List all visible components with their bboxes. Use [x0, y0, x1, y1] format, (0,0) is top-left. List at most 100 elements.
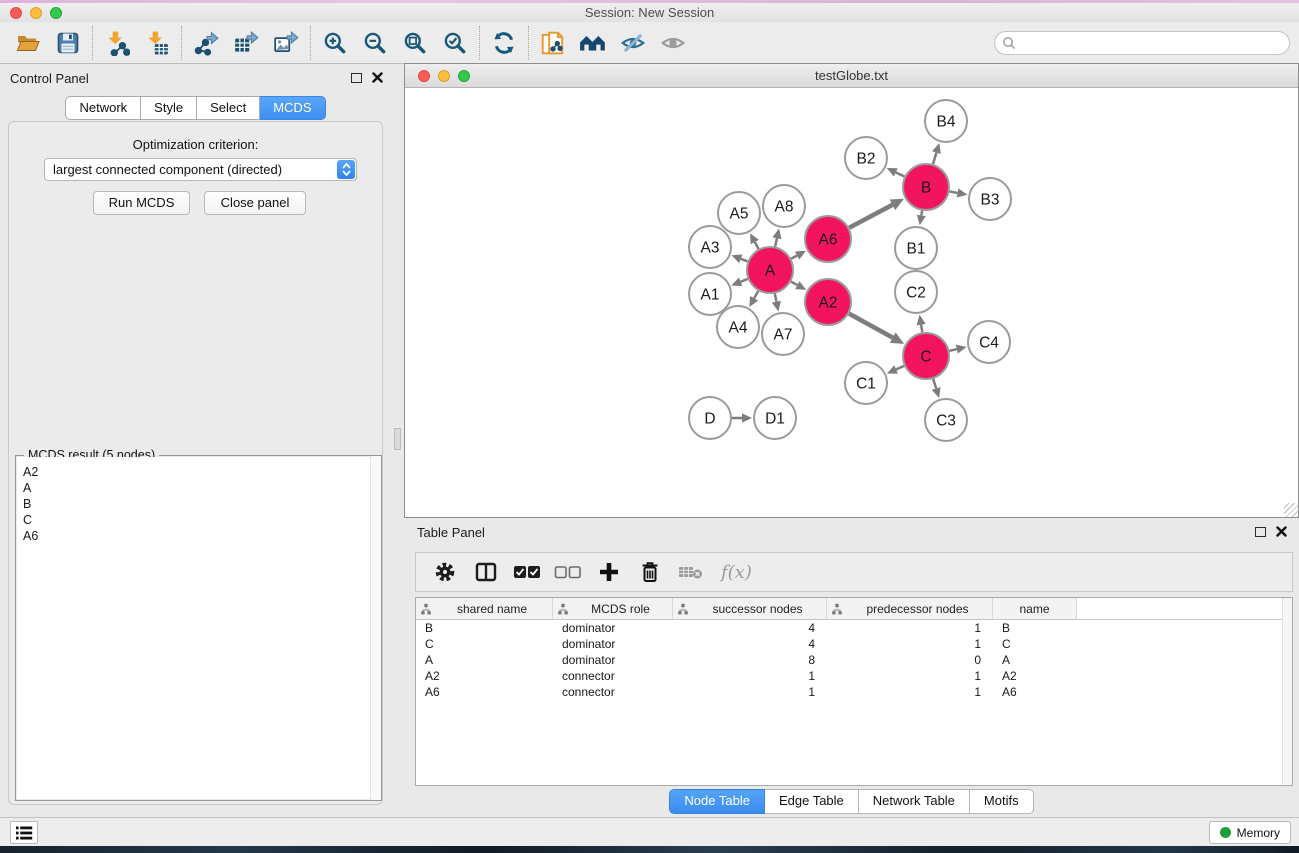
graph-node-B4[interactable]: B4 — [925, 100, 967, 142]
graph-edge-A-A1[interactable] — [731, 277, 747, 286]
graph-node-B[interactable]: B — [903, 164, 949, 210]
graph-edge-A-A3[interactable] — [731, 255, 747, 264]
graph-node-D1[interactable]: D1 — [754, 397, 796, 439]
graph-node-A7[interactable]: A7 — [762, 313, 804, 355]
graph-node-D[interactable]: D — [689, 397, 731, 439]
tab-edge-table[interactable]: Edge Table — [765, 789, 859, 814]
table-cell[interactable]: 1 — [673, 684, 827, 700]
table-cell[interactable]: 1 — [827, 636, 993, 652]
delete-column-button[interactable] — [631, 555, 668, 589]
graph-node-C2[interactable]: C2 — [895, 271, 937, 313]
graph-edge-A6-B[interactable] — [849, 199, 904, 228]
close-table-panel-icon[interactable] — [1276, 526, 1287, 537]
close-panel-button[interactable]: Close panel — [204, 191, 306, 215]
column-header-shared-name[interactable]: shared name — [416, 598, 553, 619]
table-cell[interactable]: 1 — [827, 668, 993, 684]
table-cell[interactable]: B — [416, 620, 553, 636]
graph-edge-C-C3[interactable] — [932, 379, 941, 398]
create-column-button[interactable] — [590, 555, 627, 589]
table-cell[interactable]: C — [993, 636, 1077, 652]
tab-motifs[interactable]: Motifs — [970, 789, 1034, 814]
table-cell[interactable]: dominator — [553, 636, 673, 652]
table-cell[interactable]: A6 — [993, 684, 1077, 700]
graph-edge-C-C1[interactable] — [887, 365, 904, 373]
first-neighbors-button[interactable] — [573, 25, 613, 61]
table-row[interactable]: A2connector11A2 — [416, 668, 1292, 684]
table-cell[interactable]: connector — [553, 684, 673, 700]
graph-node-C[interactable]: C — [903, 333, 949, 379]
run-mcds-button[interactable]: Run MCDS — [93, 191, 190, 215]
table-row[interactable]: Adominator80A — [416, 652, 1292, 668]
close-panel-icon[interactable] — [372, 72, 383, 83]
open-session-button[interactable] — [8, 25, 48, 61]
graph-edge-A-A5[interactable] — [750, 233, 759, 249]
table-cell[interactable]: 4 — [673, 636, 827, 652]
column-header-predecessor-nodes[interactable]: predecessor nodes — [827, 598, 993, 619]
table-cell[interactable]: A — [416, 652, 553, 668]
table-cell[interactable]: 0 — [827, 652, 993, 668]
table-cell[interactable]: 1 — [673, 668, 827, 684]
column-header-MCDS-role[interactable]: MCDS role — [553, 598, 673, 619]
search-input[interactable] — [1016, 34, 1289, 52]
table-scrollbar[interactable] — [1282, 598, 1292, 785]
graph-node-A6[interactable]: A6 — [805, 216, 851, 262]
zoom-in-button[interactable] — [315, 25, 355, 61]
tab-mcds[interactable]: MCDS — [260, 96, 325, 120]
window-resize-grip[interactable] — [1284, 503, 1298, 517]
result-scrollbar[interactable] — [370, 456, 381, 800]
table-cell[interactable]: 1 — [827, 620, 993, 636]
export-image-button[interactable] — [266, 25, 306, 61]
network-graph[interactable]: B4B2BB3A8A5A6A3B1AC2A1A2A4A7C4CC1DD1C3 — [405, 88, 1298, 517]
graph-node-C4[interactable]: C4 — [968, 321, 1010, 363]
result-list-item[interactable]: C — [17, 512, 380, 528]
show-columns-button[interactable] — [467, 555, 504, 589]
graph-node-A3[interactable]: A3 — [689, 226, 731, 268]
function-builder-button[interactable]: f(x) — [713, 555, 760, 589]
search-field[interactable] — [994, 31, 1290, 55]
graph-edge-A-A2[interactable] — [791, 281, 806, 290]
graph-edge-C-C4[interactable] — [949, 345, 966, 354]
tab-style[interactable]: Style — [141, 96, 197, 120]
graph-node-B1[interactable]: B1 — [895, 227, 937, 269]
network-window-titlebar[interactable]: testGlobe.txt — [405, 64, 1298, 88]
hide-selected-button[interactable] — [613, 25, 653, 61]
refresh-button[interactable] — [484, 25, 524, 61]
tab-network[interactable]: Network — [65, 96, 141, 120]
splitter-grip[interactable] — [394, 428, 401, 450]
table-cell[interactable]: 8 — [673, 652, 827, 668]
graph-edge-D-D1[interactable] — [732, 413, 752, 422]
memory-button[interactable]: Memory — [1209, 821, 1291, 844]
graph-edge-B-B2[interactable] — [887, 168, 905, 177]
table-row[interactable]: Bdominator41B — [416, 620, 1292, 636]
table-cell[interactable]: B — [993, 620, 1077, 636]
table-cell[interactable]: A2 — [993, 668, 1077, 684]
table-row[interactable]: A6connector11A6 — [416, 684, 1292, 700]
show-all-button[interactable] — [653, 25, 693, 61]
result-list-item[interactable]: A — [17, 480, 380, 496]
graph-node-A2[interactable]: A2 — [805, 279, 851, 325]
tab-select[interactable]: Select — [197, 96, 260, 120]
table-cell[interactable]: 1 — [827, 684, 993, 700]
tab-network-table[interactable]: Network Table — [859, 789, 970, 814]
float-table-panel-icon[interactable] — [1255, 527, 1266, 537]
save-session-button[interactable] — [48, 25, 88, 61]
graph-edge-A-A7[interactable] — [772, 294, 781, 312]
column-header-successor-nodes[interactable]: successor nodes — [673, 598, 827, 619]
zoom-out-button[interactable] — [355, 25, 395, 61]
graph-node-B3[interactable]: B3 — [969, 178, 1011, 220]
table-cell[interactable]: C — [416, 636, 553, 652]
table-cell[interactable]: A2 — [416, 668, 553, 684]
zoom-selected-button[interactable] — [435, 25, 475, 61]
graph-edge-B-B4[interactable] — [932, 143, 941, 164]
import-table-button[interactable] — [137, 25, 177, 61]
show-panels-button[interactable] — [10, 821, 38, 844]
graph-node-A1[interactable]: A1 — [689, 273, 731, 315]
delete-table-button[interactable] — [672, 555, 709, 589]
graph-node-A[interactable]: A — [747, 247, 793, 293]
column-header-name[interactable]: name — [993, 598, 1077, 619]
table-cell[interactable]: dominator — [553, 620, 673, 636]
deselect-all-columns-button[interactable] — [549, 555, 586, 589]
table-cell[interactable]: A6 — [416, 684, 553, 700]
tab-node-table[interactable]: Node Table — [669, 789, 765, 814]
select-all-columns-button[interactable] — [508, 555, 545, 589]
